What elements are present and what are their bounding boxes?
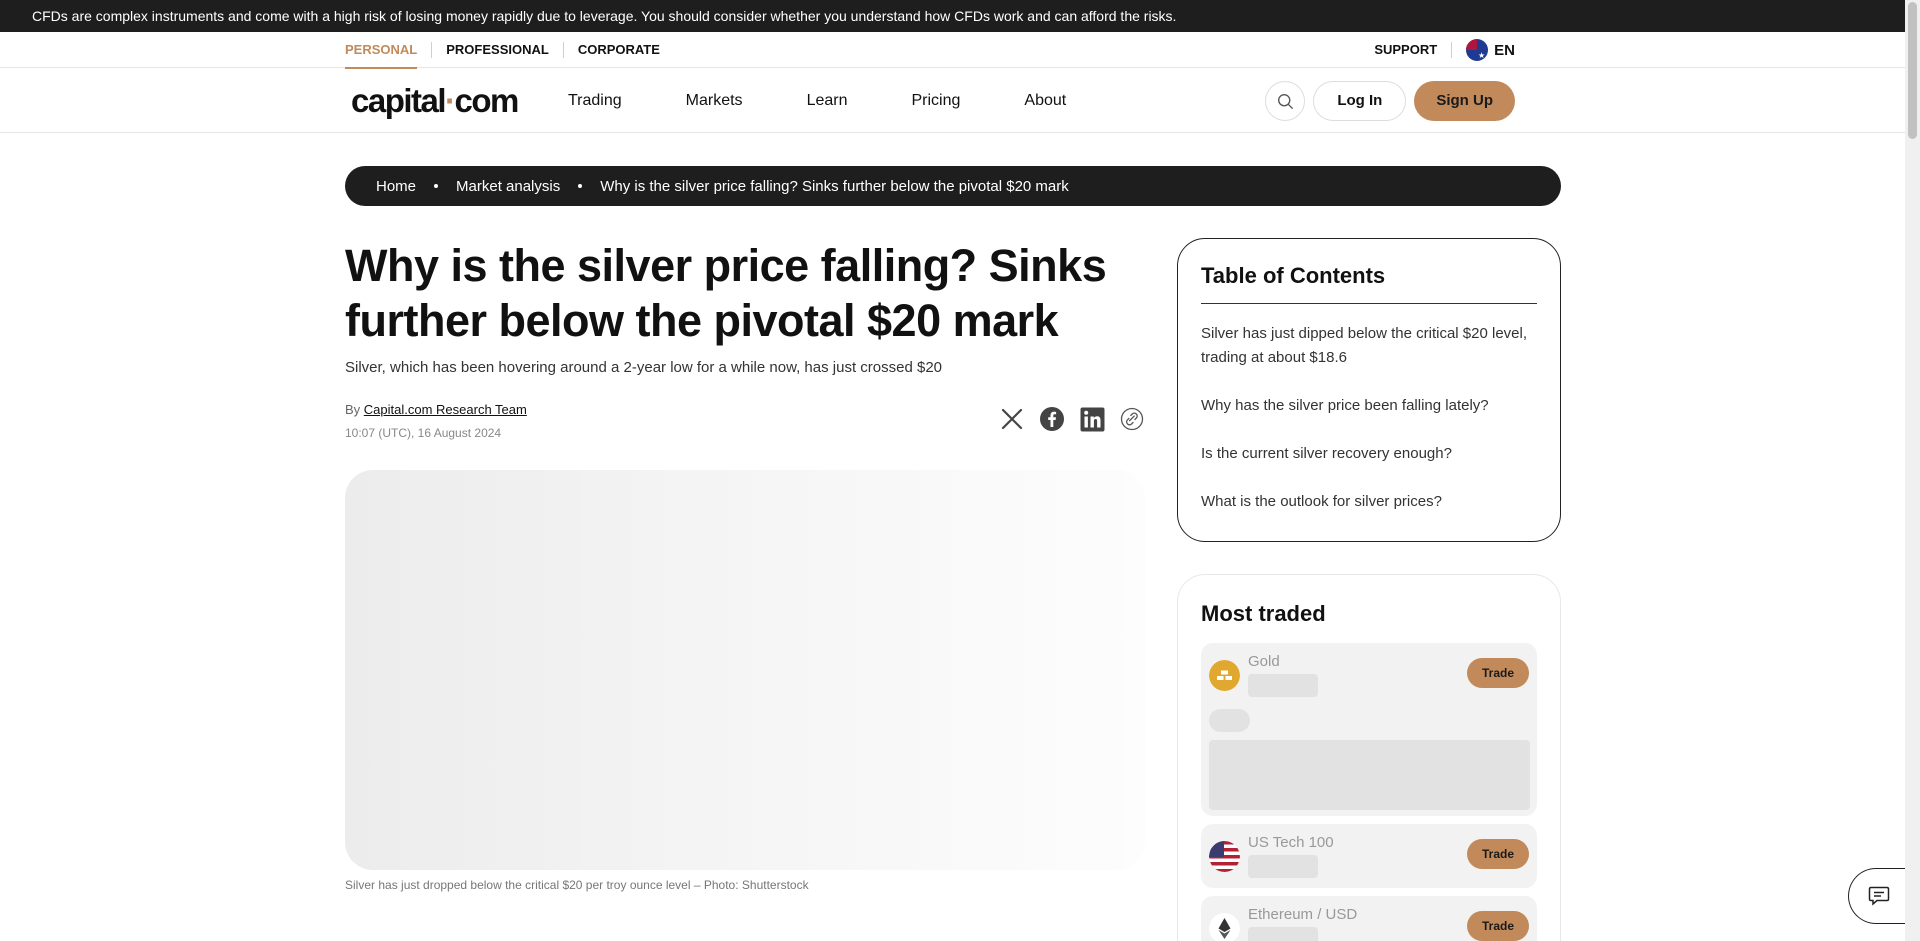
language-label: EN xyxy=(1494,41,1515,59)
toc-item[interactable]: Silver has just dipped below the critica… xyxy=(1201,322,1537,370)
nav-pricing[interactable]: Pricing xyxy=(911,92,960,110)
language-selector[interactable]: EN xyxy=(1452,39,1515,61)
price-placeholder xyxy=(1248,674,1318,697)
segment-bar: PERSONAL PROFESSIONAL CORPORATE SUPPORT … xyxy=(0,32,1905,69)
asset-name: Ethereum / USD xyxy=(1248,906,1358,923)
segment-personal-link[interactable]: PERSONAL xyxy=(345,42,431,69)
nav-learn[interactable]: Learn xyxy=(807,92,848,110)
table-of-contents: Table of Contents Silver has just dipped… xyxy=(1177,238,1561,542)
breadcrumb-separator xyxy=(434,184,439,188)
nav-markets[interactable]: Markets xyxy=(686,92,743,110)
author-link[interactable]: Capital.com Research Team xyxy=(364,402,527,417)
chat-icon xyxy=(1868,886,1889,906)
logo-text-right: com xyxy=(454,82,520,119)
page-scrollbar[interactable] xyxy=(1905,0,1920,941)
toc-item[interactable]: What is the outlook for silver prices? xyxy=(1201,490,1537,514)
breadcrumb-separator xyxy=(578,184,583,188)
breadcrumb-home[interactable]: Home xyxy=(376,178,416,195)
page-title: Why is the silver price falling? Sinks f… xyxy=(345,240,1107,346)
trade-button-ethereum-usd[interactable]: Trade xyxy=(1466,911,1529,941)
nav-trading[interactable]: Trading xyxy=(568,92,622,110)
toc-item[interactable]: Is the current silver recovery enough? xyxy=(1201,442,1537,466)
gold-icon xyxy=(1209,660,1240,691)
segment-right: SUPPORT EN xyxy=(1374,32,1515,68)
ethereum-icon xyxy=(1209,913,1240,941)
toc-item[interactable]: Why has the silver price been falling la… xyxy=(1201,394,1537,418)
trade-button-us-tech-100[interactable]: Trade xyxy=(1466,839,1529,869)
signup-button[interactable]: Sign Up xyxy=(1414,81,1515,121)
asset-card-ethereum-usd[interactable]: Ethereum / USD Trade xyxy=(1201,896,1537,941)
segment-corporate-link[interactable]: CORPORATE xyxy=(562,42,674,58)
copy-link-icon[interactable] xyxy=(1119,406,1145,432)
breadcrumb-market-analysis[interactable]: Market analysis xyxy=(456,178,560,195)
article-meta: By Capital.com Research Team 10:07 (UTC)… xyxy=(345,402,1145,452)
article-subtitle: Silver, which has been hovering around a… xyxy=(345,359,943,376)
main-navigation: capital·com Trading Markets Learn Pricin… xyxy=(0,68,1905,133)
australia-flag-icon xyxy=(1466,39,1489,61)
most-traded-title: Most traded xyxy=(1201,601,1326,626)
chart-placeholder xyxy=(1209,740,1530,810)
article: Why is the silver price falling? Sinks f… xyxy=(345,238,1145,892)
byline-prefix: By xyxy=(345,402,361,417)
breadcrumb-current: Why is the silver price falling? Sinks f… xyxy=(600,177,1069,195)
asset-name: Gold xyxy=(1248,653,1280,670)
change-placeholder xyxy=(1209,709,1250,732)
risk-warning-banner: CFDs are complex instruments and come wi… xyxy=(0,0,1905,32)
logo-dot: · xyxy=(445,82,456,119)
nav-actions: Log In Sign Up xyxy=(1265,81,1515,121)
image-caption: Silver has just dropped below the critic… xyxy=(345,878,809,892)
hero-image xyxy=(345,470,1145,870)
nav-about[interactable]: About xyxy=(1024,92,1066,110)
toc-title: Table of Contents xyxy=(1201,263,1537,304)
capital-logo[interactable]: capital·com xyxy=(351,82,520,120)
asset-card-us-tech-100[interactable]: US Tech 100 Trade xyxy=(1201,824,1537,888)
x-icon[interactable] xyxy=(999,406,1025,432)
search-icon xyxy=(1277,93,1293,109)
login-button[interactable]: Log In xyxy=(1313,81,1407,121)
most-traded-panel: Most traded Gold Trade US Tech 100 Trade xyxy=(1177,574,1561,941)
asset-info: Ethereum / USD xyxy=(1248,906,1357,941)
search-button[interactable] xyxy=(1265,81,1306,121)
linkedin-icon[interactable] xyxy=(1079,406,1105,432)
asset-info: Gold xyxy=(1248,653,1318,697)
us-flag-icon xyxy=(1209,841,1240,872)
asset-info: US Tech 100 xyxy=(1248,834,1334,878)
price-placeholder xyxy=(1248,927,1318,941)
breadcrumb: Home Market analysis Why is the silver p… xyxy=(345,166,1561,206)
scrollbar-thumb[interactable] xyxy=(1908,2,1917,139)
support-link[interactable]: SUPPORT xyxy=(1374,42,1453,58)
price-placeholder xyxy=(1248,855,1318,878)
segment-links: PERSONAL PROFESSIONAL CORPORATE xyxy=(345,32,674,69)
trade-button-gold[interactable]: Trade xyxy=(1466,658,1529,688)
asset-name: US Tech 100 xyxy=(1248,834,1334,851)
facebook-icon[interactable] xyxy=(1039,406,1065,432)
segment-professional-link[interactable]: PROFESSIONAL xyxy=(431,42,563,58)
logo-text-left: capital xyxy=(351,82,447,119)
nav-items: Trading Markets Learn Pricing About xyxy=(568,68,1130,133)
asset-card-gold[interactable]: Gold Trade xyxy=(1201,643,1537,816)
share-icons xyxy=(985,406,1145,432)
